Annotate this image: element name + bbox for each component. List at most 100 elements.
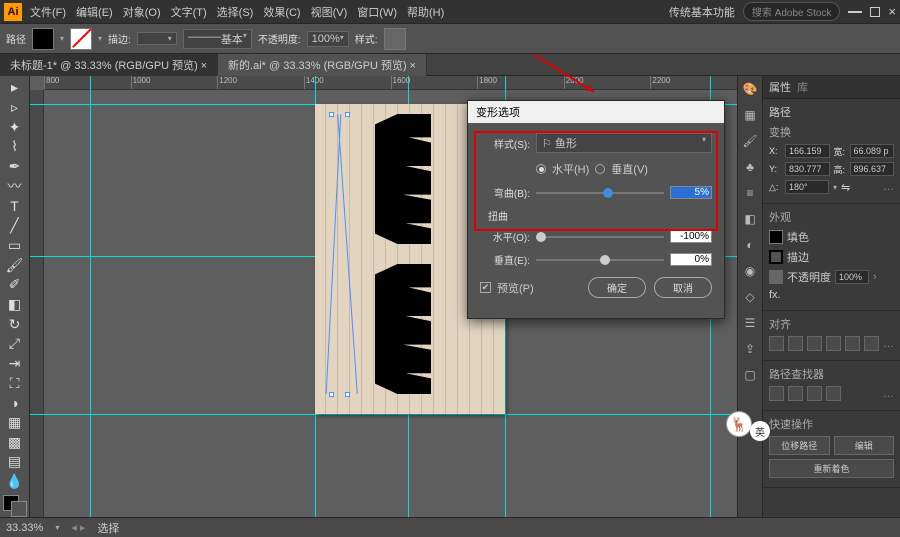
menu-file[interactable]: 文件(F) — [30, 4, 66, 20]
pathfinder-unite-button[interactable] — [769, 386, 784, 401]
asset-export-panel-icon[interactable]: ⇪ — [741, 340, 759, 358]
free-transform-tool[interactable]: ⛶ — [2, 373, 28, 393]
zoom-level[interactable]: 33.33% — [6, 522, 43, 534]
close-icon[interactable]: × — [409, 60, 415, 72]
vdist-slider[interactable] — [536, 259, 664, 261]
align-right-button[interactable] — [807, 336, 822, 351]
curvature-tool[interactable]: 〰 — [2, 176, 28, 196]
menu-view[interactable]: 视图(V) — [311, 4, 348, 20]
opacity-input[interactable]: 100%▾ — [307, 31, 349, 47]
stroke-panel-icon[interactable]: ≡ — [741, 184, 759, 202]
transparency-panel-icon[interactable]: ◐ — [741, 236, 759, 254]
hdist-value-input[interactable]: -100% — [670, 230, 712, 243]
stroke-swatch[interactable] — [769, 250, 783, 264]
gradient-panel-icon[interactable]: ◧ — [741, 210, 759, 228]
eraser-tool[interactable]: ◧ — [2, 295, 28, 315]
pathfinder-minus-button[interactable] — [788, 386, 803, 401]
rectangle-tool[interactable]: ▭ — [2, 236, 28, 256]
mesh-tool[interactable]: ▩ — [2, 432, 28, 452]
anchor-point[interactable] — [345, 392, 350, 397]
stroke-weight-input[interactable]: ▾ — [137, 32, 177, 45]
menu-window[interactable]: 窗口(W) — [357, 4, 397, 20]
gradient-tool[interactable]: ▤ — [2, 452, 28, 472]
chevron-down-icon[interactable]: ▾ — [60, 34, 64, 43]
horizontal-ruler[interactable]: 800 1000 1200 1400 1600 1800 2000 2200 — [44, 76, 737, 90]
artboards-panel-icon[interactable]: ▢ — [741, 366, 759, 384]
shaper-tool[interactable]: ✐ — [2, 275, 28, 295]
anchor-point[interactable] — [329, 112, 334, 117]
direct-selection-tool[interactable]: ▹ — [2, 98, 28, 118]
vdist-value-input[interactable]: 0% — [670, 253, 712, 266]
minimize-icon[interactable] — [848, 11, 862, 13]
document-tab[interactable]: 新的.ai* @ 33.33% (RGB/GPU 预览) × — [218, 54, 427, 76]
fx-button[interactable]: fx. — [769, 289, 781, 301]
width-tool[interactable]: ⇥ — [2, 354, 28, 374]
shape-builder-tool[interactable]: ◑ — [2, 393, 28, 413]
menu-help[interactable]: 帮助(H) — [407, 4, 444, 20]
pathfinder-exclude-button[interactable] — [826, 386, 841, 401]
appearance-panel-icon[interactable]: ◉ — [741, 262, 759, 280]
align-top-button[interactable] — [826, 336, 841, 351]
menu-effect[interactable]: 效果(C) — [263, 4, 300, 20]
opacity-input[interactable]: 100% — [835, 270, 869, 284]
ok-button[interactable]: 确定 — [588, 277, 646, 298]
symbols-panel-icon[interactable]: ♣ — [741, 158, 759, 176]
fill-swatch[interactable] — [32, 28, 54, 50]
rotate-input[interactable]: 180° — [785, 180, 829, 194]
panel-tab-libraries[interactable]: 库 — [797, 82, 808, 94]
lasso-tool[interactable]: ⌇ — [2, 137, 28, 157]
edit-button[interactable]: 编辑 — [834, 436, 895, 455]
graphic-styles-panel-icon[interactable]: ◇ — [741, 288, 759, 306]
maximize-icon[interactable] — [870, 7, 880, 17]
type-tool[interactable]: T — [2, 196, 28, 216]
workspace-switcher[interactable]: 传统基本功能 — [669, 4, 735, 20]
eyedropper-tool[interactable]: 💧 — [2, 472, 28, 492]
anchor-point[interactable] — [329, 392, 334, 397]
brush-definition-select[interactable]: ———基本▾ — [183, 29, 252, 49]
magic-wand-tool[interactable]: ✦ — [2, 117, 28, 137]
recolor-button[interactable]: 重新着色 — [769, 459, 894, 478]
preview-checkbox[interactable]: ✔ — [480, 282, 491, 293]
selected-path[interactable] — [326, 114, 342, 394]
guide-line[interactable] — [30, 414, 737, 415]
perspective-tool[interactable]: ▦ — [2, 413, 28, 433]
selected-path[interactable] — [337, 114, 358, 393]
dialog-title[interactable]: 变形选项 — [468, 101, 724, 123]
align-hcenter-button[interactable] — [788, 336, 803, 351]
fill-stroke-indicator[interactable] — [3, 495, 27, 516]
close-icon[interactable]: × — [201, 60, 207, 72]
selection-tool[interactable]: ▸ — [2, 78, 28, 98]
h-input[interactable]: 896.637 — [850, 162, 895, 176]
flip-h-icon[interactable]: ⇋ — [841, 181, 850, 194]
menu-select[interactable]: 选择(S) — [217, 4, 254, 20]
align-bottom-button[interactable] — [864, 336, 879, 351]
opacity-swatch[interactable] — [769, 270, 783, 284]
menu-type[interactable]: 文字(T) — [171, 4, 207, 20]
close-icon[interactable]: × — [888, 4, 896, 19]
brushes-panel-icon[interactable]: 🖌 — [741, 132, 759, 150]
y-input[interactable]: 830.777 — [785, 162, 830, 176]
vertical-ruler[interactable] — [30, 90, 44, 517]
menu-edit[interactable]: 编辑(E) — [76, 4, 113, 20]
color-panel-icon[interactable]: 🎨 — [741, 80, 759, 98]
anchor-point[interactable] — [345, 112, 350, 117]
chevron-down-icon[interactable]: ▾ — [98, 34, 102, 43]
align-vcenter-button[interactable] — [845, 336, 860, 351]
stroke-swatch[interactable] — [70, 28, 92, 50]
layers-panel-icon[interactable]: ☰ — [741, 314, 759, 332]
w-input[interactable]: 66.089 p — [850, 144, 895, 158]
align-left-button[interactable] — [769, 336, 784, 351]
graphic-style-swatch[interactable] — [384, 28, 406, 50]
swatches-panel-icon[interactable]: ▦ — [741, 106, 759, 124]
panel-tab-properties[interactable]: 属性 — [769, 82, 791, 94]
offset-path-button[interactable]: 位移路径 — [769, 436, 830, 455]
fill-swatch[interactable] — [769, 230, 783, 244]
pathfinder-intersect-button[interactable] — [807, 386, 822, 401]
rotate-tool[interactable]: ↻ — [2, 314, 28, 334]
menu-object[interactable]: 对象(O) — [123, 4, 161, 20]
pen-tool[interactable]: ✒ — [2, 157, 28, 177]
search-input[interactable]: 搜索 Adobe Stock — [743, 2, 840, 21]
x-input[interactable]: 166.159 — [785, 144, 830, 158]
scale-tool[interactable]: ⤢ — [2, 334, 28, 354]
cancel-button[interactable]: 取消 — [654, 277, 712, 298]
